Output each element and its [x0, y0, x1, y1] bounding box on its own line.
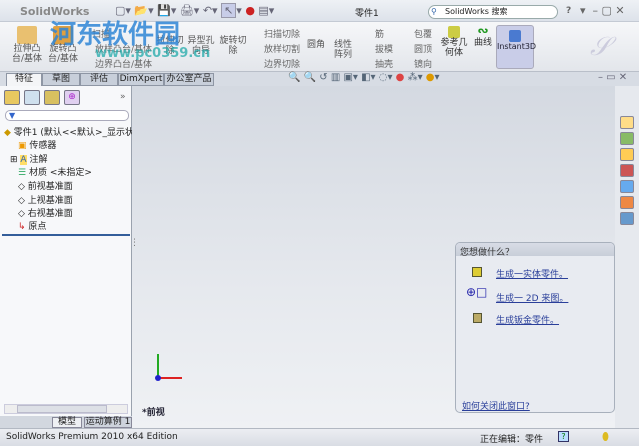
panel-splitter[interactable]: ⋮: [130, 238, 139, 248]
plane-icon: ◇: [18, 182, 25, 192]
welcome-task-panel: 您想做什么？ 生成一实体零件。 ⊕□ 生成一 2D 来图。 生成钣金零件。 如何…: [455, 242, 615, 413]
tab-sketch[interactable]: 草图: [42, 73, 80, 86]
feature-tree-tab-icon[interactable]: [4, 90, 20, 105]
tab-features[interactable]: 特征: [6, 73, 42, 86]
new-2d-drawing-link[interactable]: 生成一 2D 来图。: [496, 291, 568, 304]
task-panel-title: 您想做什么？: [456, 243, 614, 258]
folder-icon[interactable]: [620, 148, 634, 161]
task-pane-tabs: [615, 86, 639, 428]
configuration-tab-icon[interactable]: [44, 90, 60, 105]
dome-button[interactable]: 圆顶: [414, 42, 432, 55]
feature-manager-panel: ⊕ » ▼ ◆ 零件1 (默认<<默认>_显示状态 ▣ 传感器 ⊞ A 注解 ☰…: [0, 86, 143, 416]
horizontal-scrollbar[interactable]: [4, 404, 128, 414]
status-bar: SolidWorks Premium 2010 x64 Edition 正在编辑…: [0, 428, 639, 446]
curves-icon: ᔓ: [477, 26, 489, 36]
view-orientation-label: *前视: [142, 408, 165, 418]
rib-button[interactable]: 筋: [375, 27, 384, 40]
tree-item-right-plane[interactable]: ◇ 右视基准面: [18, 206, 73, 219]
material-icon: ☰: [18, 168, 27, 178]
edition-label: SolidWorks Premium 2010 x64 Edition: [6, 432, 178, 442]
rebuild-icon[interactable]: ⬮: [602, 430, 609, 444]
watermark-url: www.pc0359.cn: [95, 46, 211, 61]
tree-item-top-plane[interactable]: ◇ 上视基准面: [18, 193, 73, 206]
ds-logo: 𝒮: [590, 32, 611, 62]
shell-button[interactable]: 抽壳: [375, 57, 393, 70]
fillet-button[interactable]: 圆角: [305, 40, 327, 50]
custom-properties-icon[interactable]: [620, 196, 634, 209]
tab-office-products[interactable]: 办公室产品: [164, 73, 214, 86]
reference-geometry-icon: [448, 26, 460, 38]
viewport-window-controls[interactable]: – ▭ ✕: [598, 72, 627, 83]
draft-button[interactable]: 拔模: [375, 42, 393, 55]
loft-cut-button[interactable]: 放样切割: [264, 42, 300, 55]
annotation-icon: A: [20, 155, 27, 165]
part-icon: ◆: [4, 128, 11, 138]
home-icon[interactable]: [620, 116, 634, 129]
extrude-boss-button[interactable]: 拉伸凸台/基体: [10, 26, 44, 64]
solid-part-icon: [472, 267, 482, 277]
tree-item-annotations[interactable]: ⊞ A 注解: [10, 152, 47, 165]
triad-icon: [155, 354, 182, 381]
view-palette-icon[interactable]: [620, 164, 634, 177]
view-toolbar[interactable]: 🔍 🔍 ↺ ▥ ▣▾ ◧▾ ◌▾ ● ⁂▾ ●▾: [288, 72, 440, 83]
help-icon[interactable]: ?: [558, 431, 569, 442]
origin-icon: ↳: [18, 222, 26, 232]
library-icon[interactable]: [620, 132, 634, 145]
expand-chevron-icon[interactable]: »: [120, 92, 126, 102]
panel-tabs: ⊕ »: [4, 90, 130, 106]
tab-model[interactable]: 模型: [52, 417, 82, 428]
extrude-icon: [17, 26, 37, 44]
revolve-cut-button[interactable]: 旋转切除: [218, 36, 248, 56]
search-input[interactable]: ⚲ SolidWorks 搜索: [428, 5, 558, 19]
sensor-icon: ▣: [18, 141, 27, 151]
dimxpert-tab-icon[interactable]: ⊕: [64, 90, 80, 105]
tab-evaluate[interactable]: 评估: [80, 73, 118, 86]
mirror-button[interactable]: 镜向: [414, 57, 432, 70]
tab-dimxpert[interactable]: DimXpert: [118, 73, 164, 86]
command-tabs: 特征 草图 评估 DimXpert 办公室产品 🔍 🔍 ↺ ▥ ▣▾ ◧▾ ◌▾…: [0, 72, 639, 86]
search-icon: ⚲: [431, 7, 437, 16]
how-to-close-link[interactable]: 如何关闭此窗口?: [462, 399, 530, 412]
boundary-cut-button[interactable]: 边界切除: [264, 57, 300, 70]
tree-item-front-plane[interactable]: ◇ 前视基准面: [18, 179, 73, 192]
appearance-icon[interactable]: [620, 180, 634, 193]
sweep-cut-button[interactable]: 扫描切除: [264, 27, 300, 40]
plane-icon: ◇: [18, 209, 25, 219]
plane-icon: ◇: [18, 196, 25, 206]
rollback-bar[interactable]: [2, 234, 130, 236]
sketch-2d-icon: ⊕□: [466, 285, 488, 299]
document-title: 零件1: [355, 9, 379, 19]
filter-input[interactable]: ▼: [5, 110, 129, 121]
instant3d-button[interactable]: Instant3D: [496, 25, 536, 69]
bottom-tabs: 模型 运动算例 1: [0, 416, 132, 428]
wrap-button[interactable]: 包覆: [414, 27, 432, 40]
tree-item-origin[interactable]: ↳ 原点: [18, 219, 46, 232]
window-controls[interactable]: ▾ – ▢ ✕: [580, 4, 625, 17]
tree-item-sensors[interactable]: ▣ 传感器: [18, 138, 56, 151]
editing-status: 正在编辑：零件: [480, 435, 544, 445]
sheet-metal-icon: [473, 313, 482, 323]
tree-item-material[interactable]: ☰ 材质 <未指定>: [18, 165, 92, 178]
linear-pattern-button[interactable]: 线性阵列: [330, 40, 356, 60]
forum-icon[interactable]: [620, 212, 634, 225]
new-solid-part-link[interactable]: 生成一实体零件。: [496, 267, 568, 280]
help-button[interactable]: ?: [566, 6, 571, 16]
tree-root[interactable]: ◆ 零件1 (默认<<默认>_显示状态: [4, 125, 143, 138]
filter-icon: ▼: [9, 111, 16, 120]
property-manager-tab-icon[interactable]: [24, 90, 40, 105]
instant3d-icon: [509, 30, 521, 42]
curves-button[interactable]: ᔓ 曲线: [472, 26, 494, 48]
reference-geometry-button[interactable]: 参考几何体: [440, 26, 468, 58]
new-sheet-metal-link[interactable]: 生成钣金零件。: [496, 313, 559, 326]
tab-motion-study[interactable]: 运动算例 1: [84, 417, 132, 428]
